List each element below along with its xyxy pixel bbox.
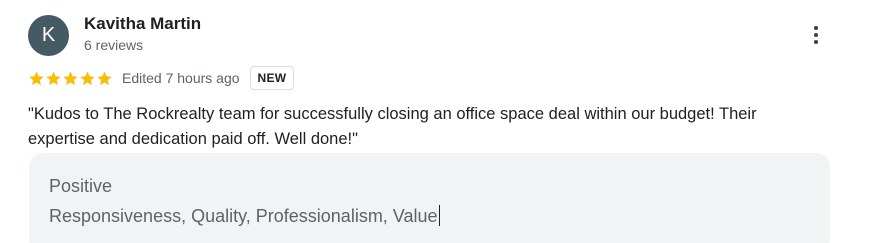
star-icon [63, 71, 78, 85]
more-vertical-icon-dot [814, 33, 818, 37]
star-icon [29, 71, 44, 85]
text-caret [438, 205, 440, 226]
star-rating [28, 70, 113, 87]
rating-row: Edited 7 hours ago NEW [28, 66, 295, 90]
highlights-value-text: Responsiveness, Quality, Professionalism… [49, 206, 438, 226]
star-icon [80, 71, 95, 85]
avatar[interactable]: K [28, 15, 69, 56]
review-card: K Kavitha Martin 6 reviews Edited 7 hour… [0, 0, 871, 243]
highlights-label: Positive [49, 176, 113, 196]
new-badge: NEW [249, 66, 295, 90]
highlights-value[interactable]: Responsiveness, Quality, Professionalism… [49, 205, 440, 227]
more-vertical-icon-dot [814, 40, 818, 44]
more-vertical-icon [814, 26, 818, 30]
edited-timestamp: Edited 7 hours ago [122, 70, 240, 86]
star-icon [97, 71, 112, 85]
author-name[interactable]: Kavitha Martin [84, 14, 201, 34]
review-text: "Kudos to The Rockrealty team for succes… [28, 105, 757, 148]
review-highlights: Positive Responsiveness, Quality, Profes… [29, 153, 830, 243]
more-options-button[interactable] [802, 20, 830, 50]
star-icon [46, 71, 61, 85]
author-review-count[interactable]: 6 reviews [84, 37, 143, 53]
